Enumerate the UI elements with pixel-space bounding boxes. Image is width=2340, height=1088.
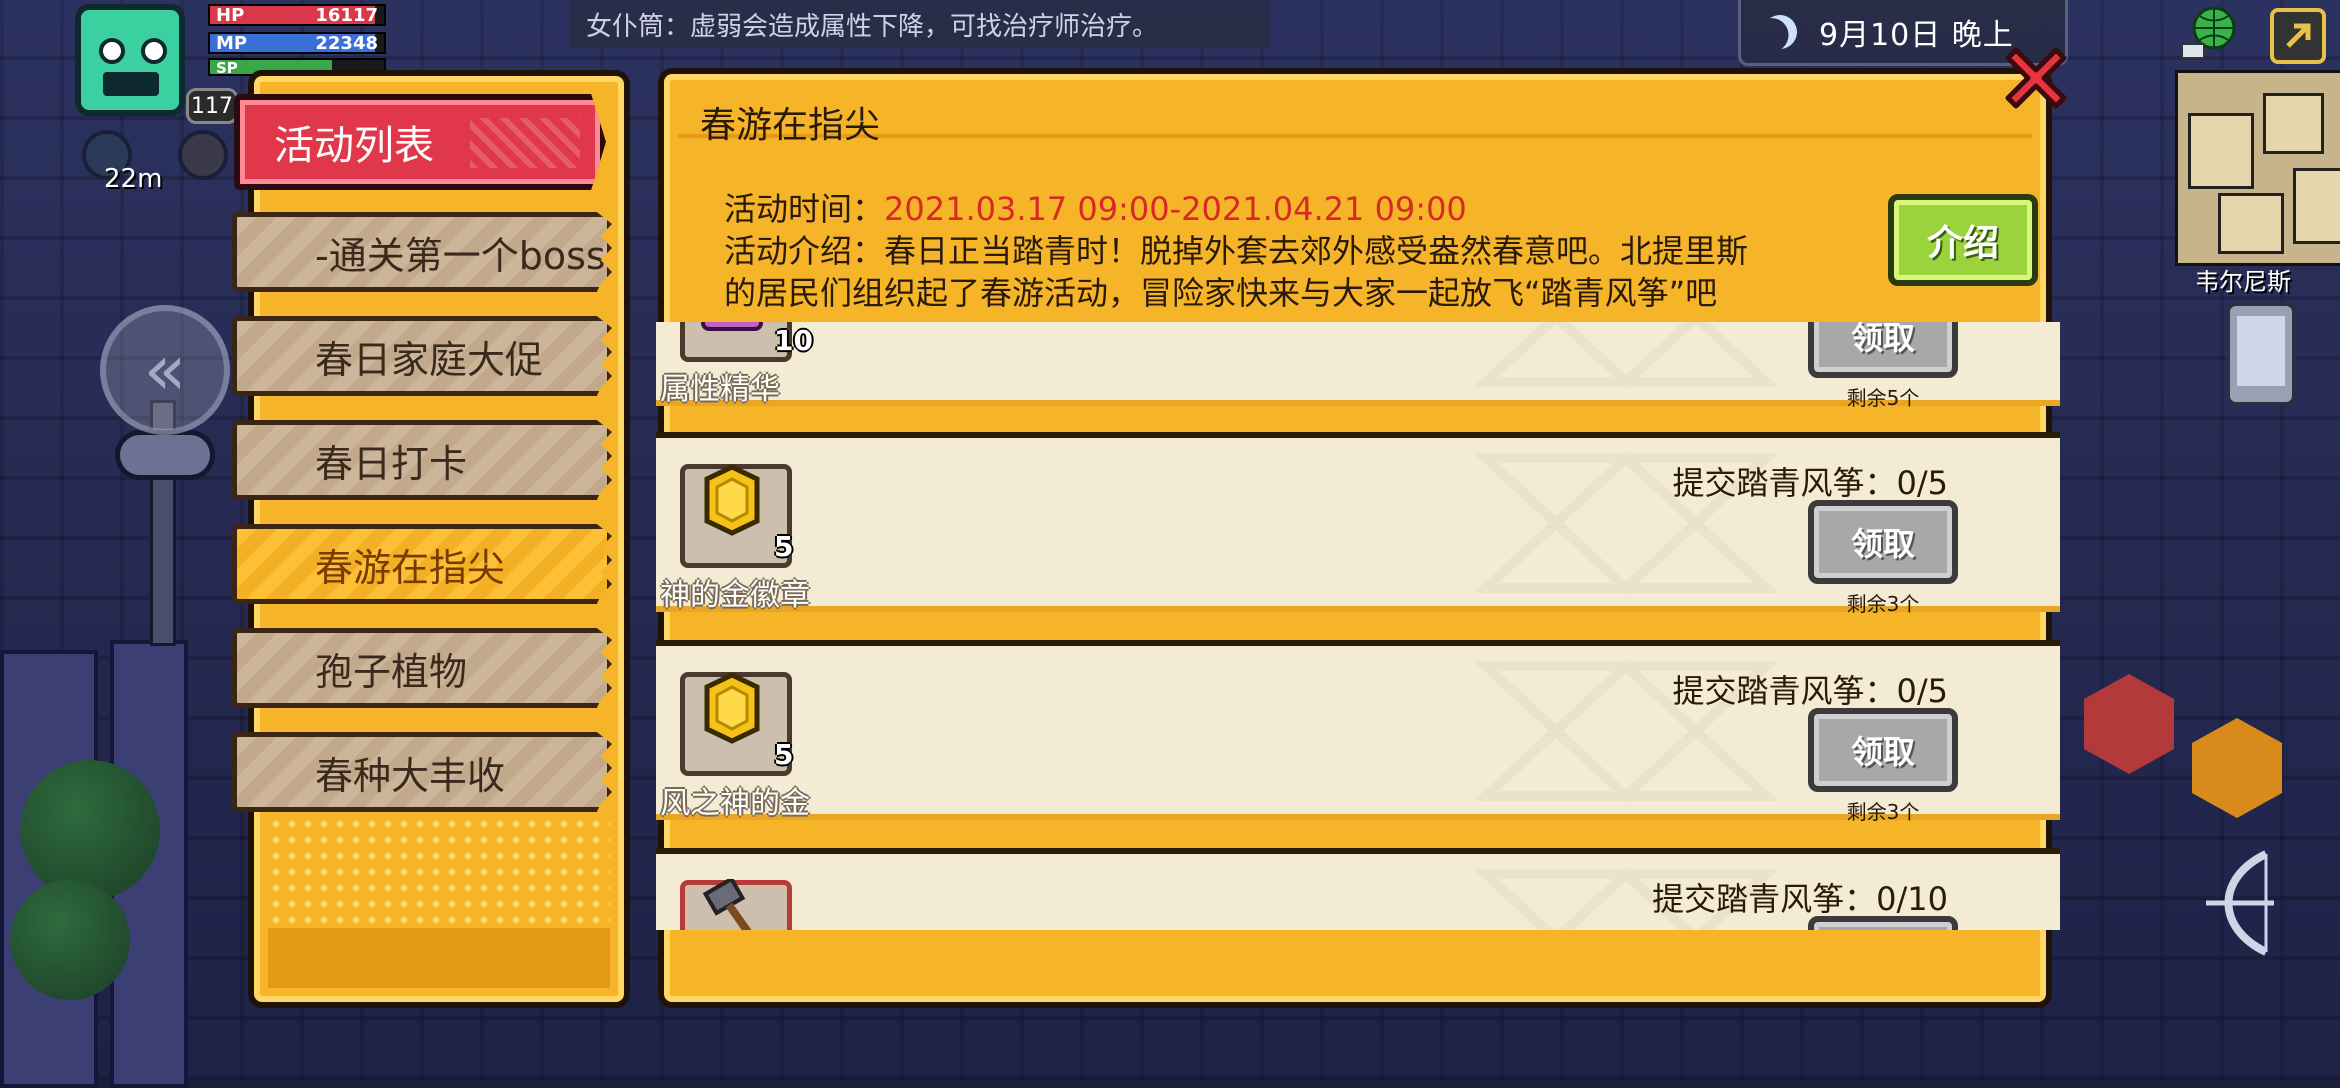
event-title: 春游在指尖 [700, 105, 881, 146]
requirement-text: 提交踏青风筝：0/5 [1672, 672, 1948, 710]
tree [20, 760, 160, 900]
npc-name-label: 韦尔尼斯 [2195, 268, 2291, 296]
sidebar-item-label: 春日家庭大促 [315, 337, 544, 382]
sidebar-item-label: 春游在指尖 [315, 545, 506, 590]
player-avatar[interactable] [75, 4, 185, 116]
sidebar-item-spring-harvest[interactable]: 春种大丰收 [232, 732, 612, 812]
sp-label: SP [216, 59, 238, 77]
back-arrow-button[interactable]: « [100, 305, 230, 435]
sidebar-item-label: -通关第一个boss [315, 233, 606, 278]
claim-button[interactable]: 领取 [1808, 708, 1958, 792]
mp-label: MP [216, 33, 248, 54]
hp-bar: HP 16117 [208, 4, 386, 26]
requirement-text: 提交踏青风筝：0/10 [1652, 880, 1948, 918]
exit-icon[interactable] [2270, 8, 2326, 64]
gold-badge-icon [704, 464, 760, 536]
network-globe-icon[interactable] [2180, 4, 2240, 64]
item-count: 5 [774, 738, 794, 771]
list-item: 5 风之神的金 提交踏青风筝：0/5 领取 剩余3个 [656, 640, 2060, 824]
item-count: 10 [774, 324, 813, 357]
tree [10, 880, 130, 1000]
sidebar-item-label: 春日打卡 [315, 441, 468, 486]
sidebar-item-spring-family-sale[interactable]: 春日家庭大促 [232, 316, 612, 396]
moon-icon [1758, 10, 1802, 54]
gold-badge-icon [704, 672, 760, 744]
player-level-badge: 117 [186, 88, 238, 124]
event-intro-line-1: 活动介绍：春日正当踏青时！脱掉外套去郊外感受盎然春意吧。北提里斯 [724, 232, 1749, 270]
mp-bar: MP 22348 [208, 32, 386, 54]
claim-button[interactable] [1808, 916, 1958, 930]
requirement-text: 提交踏青风筝：0/5 [1672, 464, 1948, 502]
event-intro-line-2: 的居民们组织起了春游活动，冒险家快来与大家一起放飞“踏青风筝”吧 [724, 274, 1718, 312]
hp-value: 16117 [315, 5, 378, 26]
sidebar-item-spore-plants[interactable]: 孢子植物 [232, 628, 612, 708]
sidebar-item-first-boss[interactable]: -通关第一个boss [232, 212, 612, 292]
sidebar-item-spring-checkin[interactable]: 春日打卡 [232, 420, 612, 500]
shield-icon[interactable] [178, 130, 228, 180]
event-time-value: 2021.03.17 09:00-2021.04.21 09:00 [884, 190, 1467, 228]
bow-icon[interactable] [2196, 848, 2286, 958]
item-slot[interactable] [680, 879, 792, 930]
date-text: 9月10日 晚上 [1819, 17, 2014, 53]
claim-button[interactable]: 领取 [1808, 500, 1958, 584]
list-item: 提交踏青风筝：0/10 [656, 848, 2060, 930]
event-time-line: 活动时间：2021.03.17 09:00-2021.04.21 09:00 [724, 184, 1467, 230]
sidebar-item-label: 春种大丰收 [315, 753, 506, 798]
notice-text: 女仆筒：虚弱会造成属性下降，可找治疗师治疗。 [586, 11, 1159, 42]
remaining-count: 剩余5个 [1846, 386, 1920, 410]
event-time-label: 活动时间： [724, 190, 885, 228]
sidebar-item-spring-outing[interactable]: 春游在指尖 [232, 524, 612, 604]
minimap[interactable] [2175, 70, 2340, 266]
item-count: 5 [774, 530, 794, 563]
close-icon[interactable] [1994, 36, 2078, 120]
intro-button[interactable]: 介绍 [1888, 194, 2038, 286]
distance-text: 22m [104, 164, 163, 194]
claim-button[interactable]: 领取 [1808, 322, 1958, 378]
sidebar-item-label: 孢子植物 [315, 649, 468, 694]
activity-list-title: 活动列表 [274, 123, 434, 169]
activity-list-header: 活动列表 [234, 94, 606, 190]
notice-bar: 女仆筒：虚弱会造成属性下降，可找治疗师治疗。 [570, 0, 1270, 48]
item-name: 神的金徽章 [660, 578, 810, 613]
item-name: 属性精华 [660, 372, 780, 407]
remaining-count: 剩余3个 [1846, 592, 1920, 616]
mp-value: 22348 [315, 33, 378, 54]
list-item: 5 神的金徽章 提交踏青风筝：0/5 领取 剩余3个 [656, 432, 2060, 616]
list-item: 10 属性精华 领取 剩余5个 [656, 322, 2060, 410]
reward-list[interactable]: 10 属性精华 领取 剩余5个 5 神的金徽章 提交踏青风筝：0/5 领取 剩余… [656, 322, 2060, 930]
street-lamp-head [115, 430, 215, 480]
phone-icon[interactable] [2226, 302, 2296, 406]
hp-label: HP [216, 5, 245, 26]
remaining-count: 剩余3个 [1846, 800, 1920, 824]
item-name: 风之神的金 [660, 786, 810, 821]
hammer-icon [702, 879, 752, 930]
